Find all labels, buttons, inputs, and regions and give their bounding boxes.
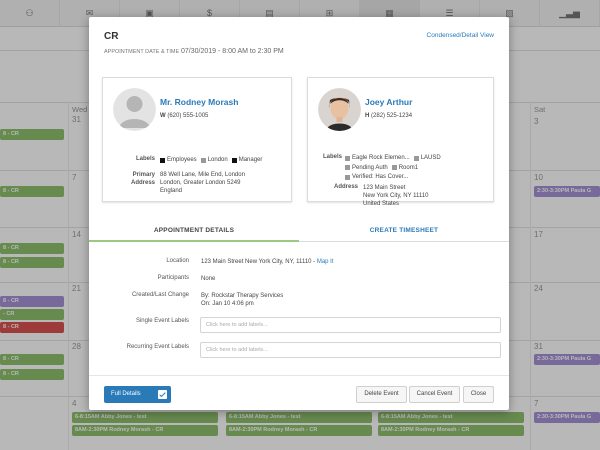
created-label: Created/Last Change [131,292,189,298]
tag-color-swatch [345,165,350,170]
tag-text: Pending Auth [352,164,388,171]
client-tag: Employees [160,156,197,164]
provider-tag: Pending Auth [345,164,388,172]
tab-create-timesheet[interactable]: CREATE TIMESHEET [299,222,509,242]
single-event-labels-label: Single Event Labels [135,318,189,324]
client-address-label-line: Address [130,180,155,186]
client-tag: Manager [231,156,263,164]
recurring-event-labels-label: Recurring Event Labels [126,344,189,350]
tag-text: LAUSD [420,155,441,161]
provider-address: 123 Main Street New York City, NY 11110 … [363,184,491,208]
checkbox-icon [158,390,167,399]
client-address: 88 Well Lane, Mile End, London London, G… [160,171,290,195]
provider-photo-icon [318,88,361,131]
client-tag: London [200,156,228,164]
tag-color-swatch [200,157,206,163]
created-by: By: Rockstar Therapy Services [201,293,284,299]
full-details-toggle[interactable]: Full Details [104,386,171,403]
provider-tag: Eagle Rock Elemen... [345,154,410,162]
provider-address-label: Address [333,184,358,190]
single-event-labels-input[interactable]: Click here to add labels... [200,317,501,333]
delete-event-button[interactable]: Delete Event [356,386,407,403]
provider-phone-type: H [365,113,370,119]
address-line: 88 Well Lane, Mile End, London [160,172,245,178]
participants-value: None [201,276,216,282]
client-avatar [113,88,156,131]
tag-text: Room1 [398,164,419,171]
location-value: 123 Main Street New York City, NY, 11110… [201,258,334,266]
provider-tag: Room1 [391,164,419,172]
tag-text: Manager [238,157,263,163]
provider-tag: LAUSD [413,154,441,162]
client-phone-number: (620) 555-1005 [167,113,209,119]
tag-text: Verified: Has Cover... [352,174,409,180]
tag-text: Employees [167,157,197,163]
address-line: 123 Main Street [363,185,406,191]
map-it-link[interactable]: Map It [317,259,334,265]
tag-color-swatch [413,155,419,161]
modal-footer: Full Details Delete Event Cancel Event C… [89,375,509,410]
appointment-datetime-label: APPOINTMENT DATE & TIME [104,49,180,55]
created-on: On: Jan 10 4:06 pm [201,301,254,307]
address-line: United States [363,201,400,207]
tag-color-swatch [345,174,350,180]
location-label: Location [166,258,189,264]
tag-text: Eagle Rock Elemen... [352,155,410,161]
appointment-datetime: APPOINTMENT DATE & TIME 07/30/2019 - 8:0… [104,48,284,55]
tab-appointment-details[interactable]: APPOINTMENT DETAILS [89,222,299,242]
provider-tag: Verified: Has Cover... [345,173,408,181]
provider-tags: Eagle Rock Elemen... LAUSD Pending Auth Ro… [345,154,493,183]
tag-color-swatch [231,157,237,163]
cancel-event-button[interactable]: Cancel Event [409,386,460,403]
modal-title: CR [104,31,119,42]
created-value: By: Rockstar Therapy Services On: Jan 10… [201,292,283,308]
client-tags: Employees London Manager [160,156,290,166]
provider-phone-number: (282) 525-1234 [371,113,413,119]
client-name[interactable]: Mr. Rodney Morash [160,97,238,107]
recurring-event-labels-input[interactable]: Click here to add labels... [200,342,501,358]
tag-text: London [207,157,228,163]
condensed-detail-view-link[interactable]: Condensed/Detail View [427,32,494,39]
address-line: New York City, NY 11110 [363,193,429,199]
tag-color-swatch [391,165,397,170]
full-details-label: Full Details [111,391,141,397]
client-labels-label: Labels [135,156,155,162]
appointment-datetime-value: 07/30/2019 - 8:00 AM to 2:30 PM [181,48,284,55]
client-phone-type: W [160,113,166,119]
default-avatar-icon [113,88,156,131]
appointment-modal: CR Condensed/Detail View APPOINTMENT DAT… [89,17,509,410]
provider-phone: H (282) 525-1234 [365,113,412,119]
tag-color-swatch [160,157,165,163]
close-button[interactable]: Close [463,386,494,403]
address-line: England [160,188,183,194]
provider-name[interactable]: Joey Arthur [365,97,412,107]
location-text: 123 Main Street New York City, NY, 11110… [201,259,316,265]
address-line: London, Greater London 5249 [160,180,241,186]
participants-label: Participants [157,275,189,281]
modal-tabs: APPOINTMENT DETAILS CREATE TIMESHEET [89,222,509,242]
tag-color-swatch [345,155,350,161]
provider-labels-label: Labels [322,154,342,160]
client-card: Mr. Rodney Morash W (620) 555-1005 Label… [102,77,292,202]
client-address-label-line: Primary [132,172,155,178]
client-address-label: Primary Address [113,171,155,187]
client-phone: W (620) 555-1005 [160,113,208,119]
provider-avatar [318,88,361,131]
provider-card: Joey Arthur H (282) 525-1234 Labels Eagl… [307,77,494,207]
